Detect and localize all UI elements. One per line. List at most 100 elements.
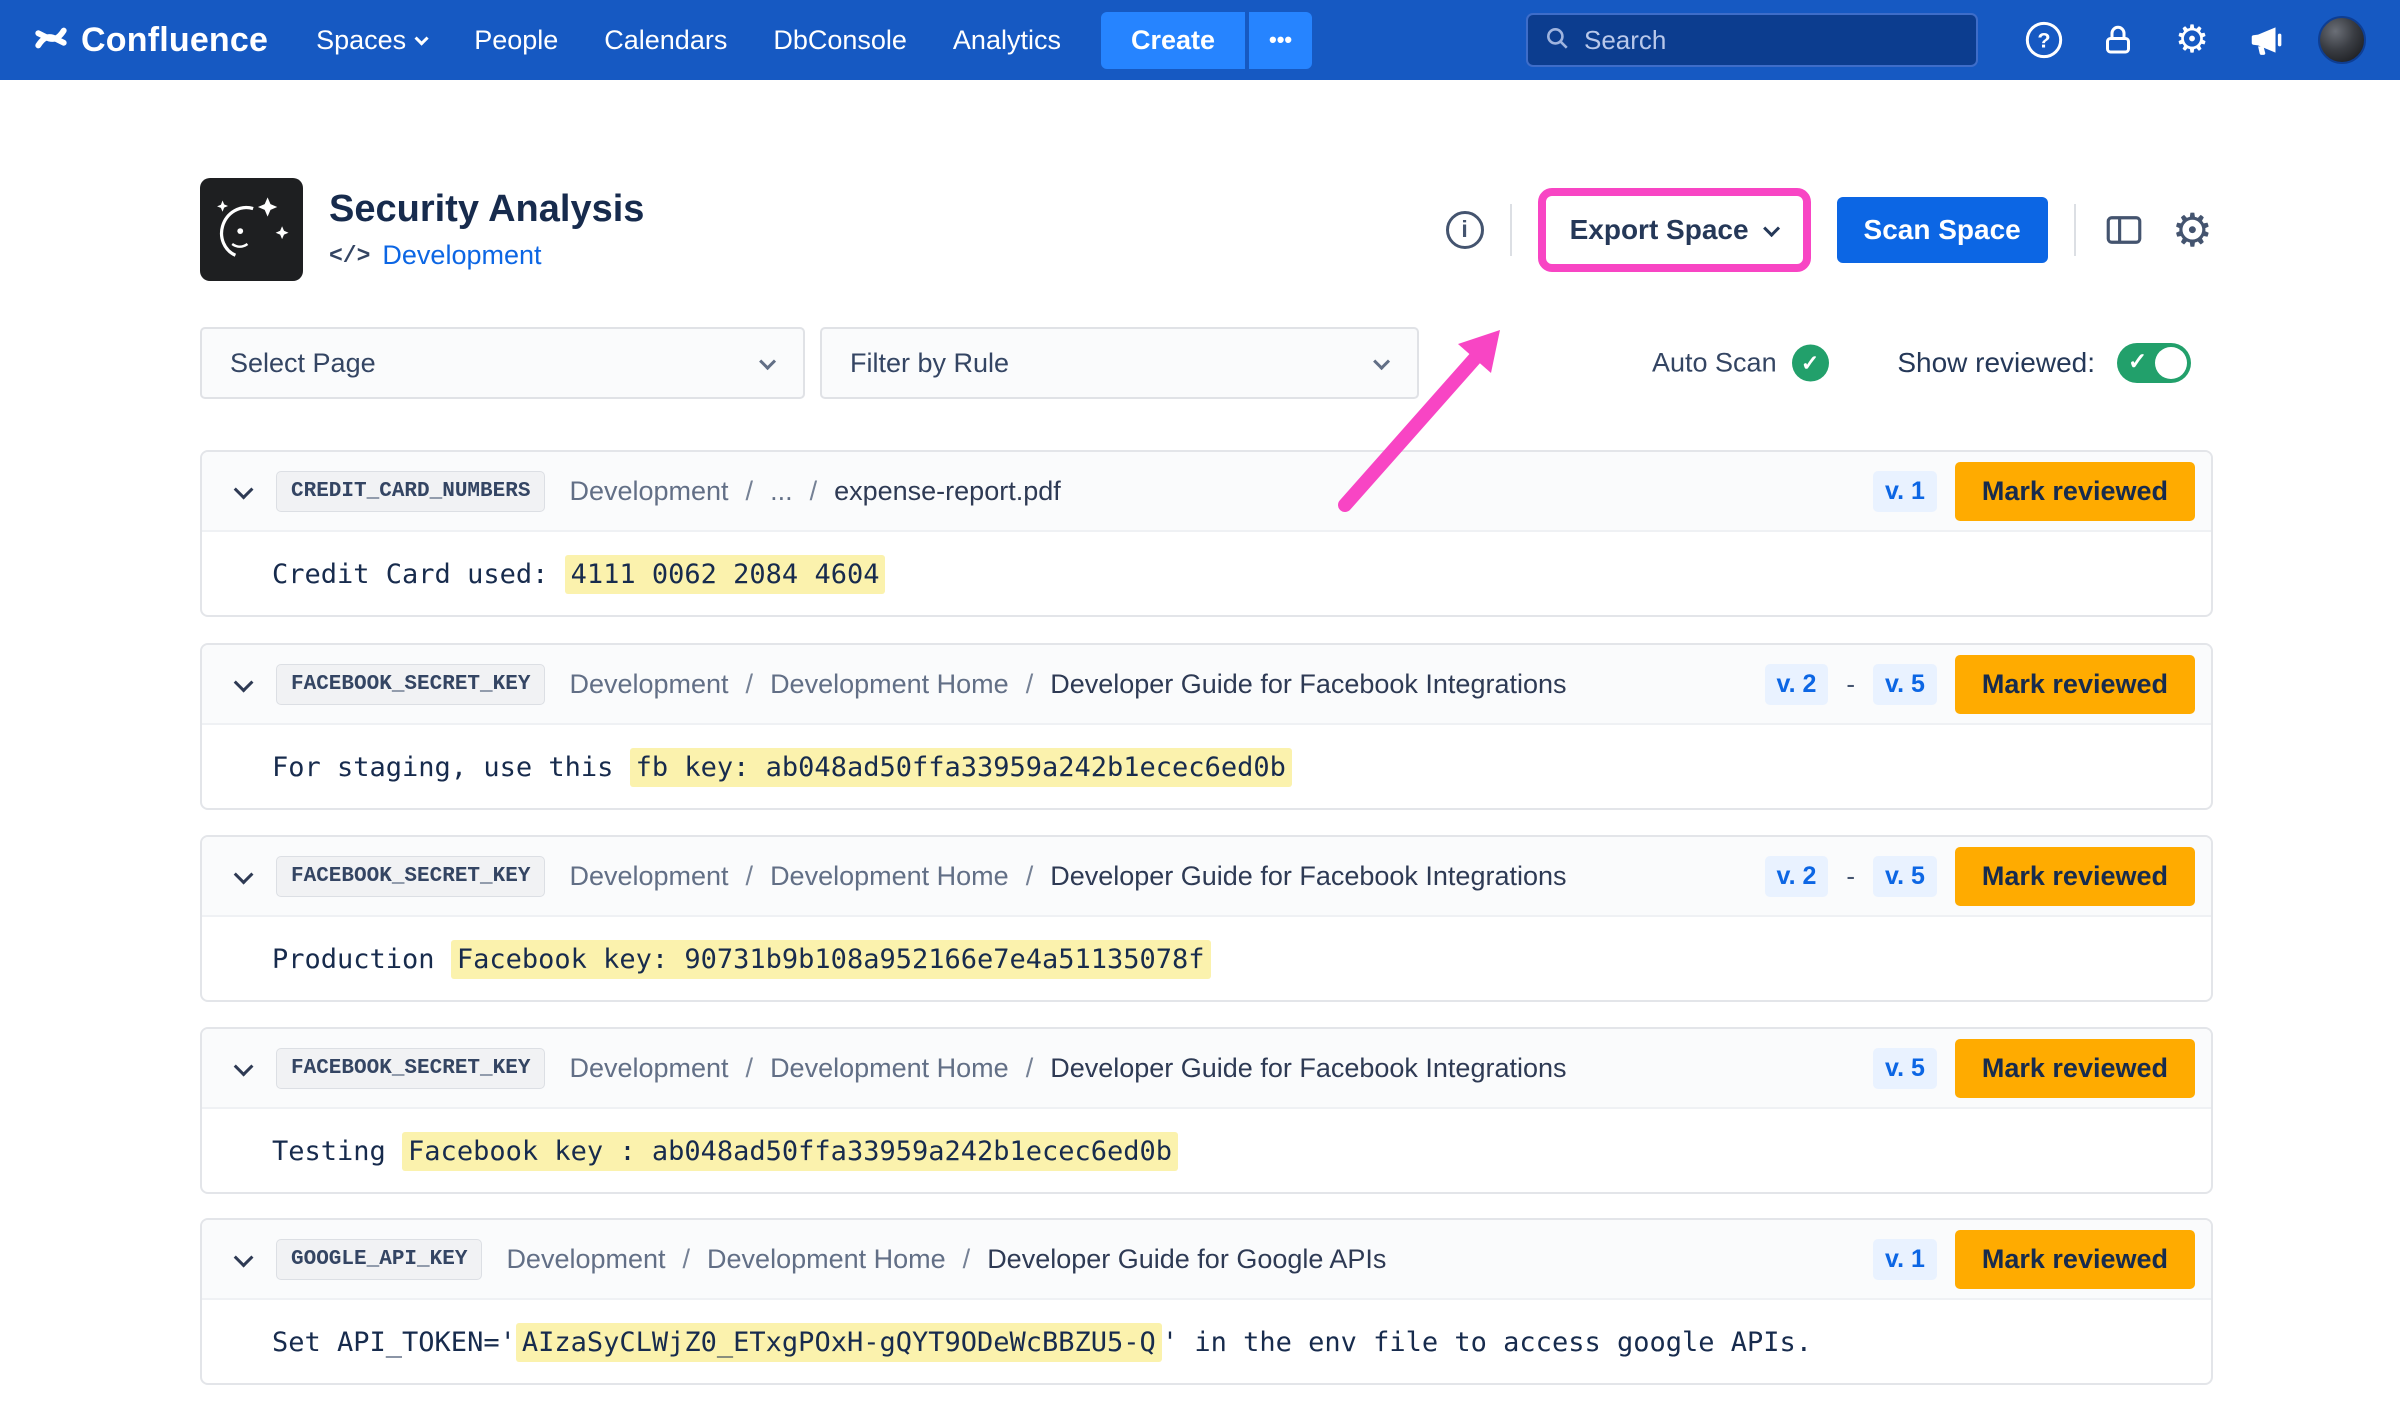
annotation-highlight-box: Export Space	[1538, 188, 1811, 272]
auto-scan-label: Auto Scan	[1652, 348, 1777, 379]
breadcrumb-separator: /	[1026, 1053, 1034, 1084]
collapse-chevron-icon[interactable]	[234, 1057, 254, 1077]
select-page-dropdown[interactable]: Select Page	[200, 327, 805, 399]
finding-snippet: Set API_TOKEN='AIzaSyCLWjZ0_ETxgPOxH-gQY…	[202, 1300, 2211, 1385]
export-space-label: Export Space	[1570, 214, 1749, 246]
mark-reviewed-button[interactable]: Mark reviewed	[1955, 847, 2195, 906]
lock-icon[interactable]	[2096, 18, 2140, 62]
breadcrumb-item[interactable]: Development	[506, 1244, 665, 1275]
breadcrumb-item[interactable]: Development	[569, 476, 728, 507]
info-icon[interactable]: i	[1446, 211, 1484, 249]
mark-reviewed-button[interactable]: Mark reviewed	[1955, 655, 2195, 714]
version-badge[interactable]: v. 2	[1765, 856, 1829, 897]
breadcrumb: Development / Development Home / Develop…	[569, 1053, 1566, 1084]
header-controls: i Export Space Scan Space ⚙	[1446, 188, 2213, 272]
global-search[interactable]	[1526, 13, 1978, 67]
select-page-label: Select Page	[230, 348, 376, 379]
snippet-text: ' in the env file to access google APIs.	[1162, 1327, 1812, 1358]
version-badge[interactable]: v. 5	[1873, 856, 1937, 897]
nav-item-spaces[interactable]: Spaces	[316, 25, 428, 56]
show-reviewed-toggle[interactable]: ✓	[2117, 343, 2191, 383]
breadcrumb-item[interactable]: Developer Guide for Google APIs	[987, 1244, 1386, 1275]
version-badge[interactable]: v. 5	[1873, 1048, 1937, 1089]
space-avatar[interactable]	[200, 178, 303, 281]
finding-snippet: Production Facebook key: 90731b9b108a952…	[202, 917, 2211, 1002]
finding-actions: v. 2 - v. 5 Mark reviewed	[1765, 847, 2195, 906]
collapse-chevron-icon[interactable]	[234, 480, 254, 500]
breadcrumb-separator: /	[683, 1244, 691, 1275]
breadcrumb-item[interactable]: Developer Guide for Facebook Integration…	[1050, 1053, 1566, 1084]
page-header: Security Analysis </> Development i Expo…	[200, 178, 2213, 281]
create-more-button[interactable]: •••	[1249, 12, 1312, 69]
space-settings-icon[interactable]: ⚙	[2172, 207, 2213, 253]
nav-item-analytics[interactable]: Analytics	[953, 25, 1061, 56]
mark-reviewed-button[interactable]: Mark reviewed	[1955, 462, 2195, 521]
collapse-chevron-icon[interactable]	[234, 673, 254, 693]
space-link[interactable]: Development	[382, 240, 541, 271]
breadcrumb: Development / Development Home / Develop…	[569, 861, 1566, 892]
mark-reviewed-button[interactable]: Mark reviewed	[1955, 1039, 2195, 1098]
breadcrumb-item[interactable]: Development Home	[770, 669, 1009, 700]
finding-actions: v. 2 - v. 5 Mark reviewed	[1765, 655, 2195, 714]
brand-name: Confluence	[81, 21, 268, 60]
user-avatar[interactable]	[2318, 16, 2366, 64]
breadcrumb-item[interactable]: Development Home	[707, 1244, 946, 1275]
top-navbar: Confluence Spaces People Calendars DbCon…	[0, 0, 2400, 80]
space-row: </> Development	[329, 240, 644, 271]
breadcrumb-separator: /	[746, 1053, 754, 1084]
scan-space-button[interactable]: Scan Space	[1837, 197, 2048, 263]
snippet-text: Production	[272, 944, 451, 975]
breadcrumb-item[interactable]: Development Home	[770, 861, 1009, 892]
version-badge[interactable]: v. 1	[1873, 1239, 1937, 1280]
breadcrumb-item[interactable]: Development	[569, 669, 728, 700]
breadcrumb-item[interactable]: Development	[569, 1053, 728, 1084]
export-space-button[interactable]: Export Space	[1556, 204, 1793, 256]
create-button[interactable]: Create	[1101, 12, 1245, 69]
megaphone-icon[interactable]	[2244, 18, 2288, 62]
code-icon: </>	[329, 243, 370, 269]
breadcrumb-item[interactable]: Developer Guide for Facebook Integration…	[1050, 861, 1566, 892]
finding-card: GOOGLE_API_KEY Development / Development…	[200, 1218, 2213, 1385]
auto-scan-status: Auto Scan ✓	[1652, 345, 1829, 382]
page-title: Security Analysis	[329, 188, 644, 231]
mark-reviewed-button[interactable]: Mark reviewed	[1955, 1230, 2195, 1289]
version-badge[interactable]: v. 2	[1765, 664, 1829, 705]
finding-actions: v. 5 Mark reviewed	[1873, 1039, 2195, 1098]
collapse-chevron-icon[interactable]	[234, 1248, 254, 1268]
confluence-page: Confluence Spaces People Calendars DbCon…	[0, 0, 2400, 1427]
finding-actions: v. 1 Mark reviewed	[1873, 1230, 2195, 1289]
check-circle-icon: ✓	[1792, 345, 1829, 382]
search-input[interactable]	[1584, 25, 1960, 56]
finding-header: FACEBOOK_SECRET_KEY Development / Develo…	[202, 1029, 2211, 1109]
breadcrumb-item[interactable]: Developer Guide for Facebook Integration…	[1050, 669, 1566, 700]
breadcrumb-item[interactable]: Development	[569, 861, 728, 892]
nav-item-dbconsole[interactable]: DbConsole	[773, 25, 907, 56]
help-icon[interactable]: ?	[2022, 18, 2066, 62]
confluence-home-link[interactable]: Confluence	[34, 21, 268, 60]
sidebar-layout-icon[interactable]	[2102, 208, 2146, 252]
breadcrumb-separator: /	[746, 476, 754, 507]
breadcrumb-item[interactable]: Development Home	[770, 1053, 1009, 1084]
breadcrumb: Development / Development Home / Develop…	[506, 1244, 1386, 1275]
svg-text:?: ?	[2037, 28, 2050, 53]
version-badge[interactable]: v. 5	[1873, 664, 1937, 705]
breadcrumb-item[interactable]: expense-report.pdf	[834, 476, 1061, 507]
breadcrumb-item[interactable]: ...	[770, 476, 793, 507]
rule-badge: FACEBOOK_SECRET_KEY	[276, 1048, 545, 1089]
show-reviewed-label: Show reviewed:	[1897, 347, 2095, 379]
filter-by-rule-label: Filter by Rule	[850, 348, 1009, 379]
snippet-text: For staging, use this	[272, 752, 630, 783]
gear-icon[interactable]: ⚙	[2170, 18, 2214, 62]
create-cluster: Create •••	[1101, 12, 1312, 69]
check-icon: ✓	[2128, 348, 2147, 375]
collapse-chevron-icon[interactable]	[234, 865, 254, 885]
finding-snippet: Testing Facebook key : ab048ad50ffa33959…	[202, 1109, 2211, 1194]
nav-item-calendars[interactable]: Calendars	[604, 25, 727, 56]
filter-by-rule-dropdown[interactable]: Filter by Rule	[820, 327, 1419, 399]
finding-card: CREDIT_CARD_NUMBERS Development / ... / …	[200, 450, 2213, 617]
chevron-down-icon	[1373, 353, 1390, 370]
version-badge[interactable]: v. 1	[1873, 471, 1937, 512]
breadcrumb-separator: /	[1026, 669, 1034, 700]
finding-snippet: For staging, use this fb key: ab048ad50f…	[202, 725, 2211, 810]
nav-item-people[interactable]: People	[474, 25, 558, 56]
